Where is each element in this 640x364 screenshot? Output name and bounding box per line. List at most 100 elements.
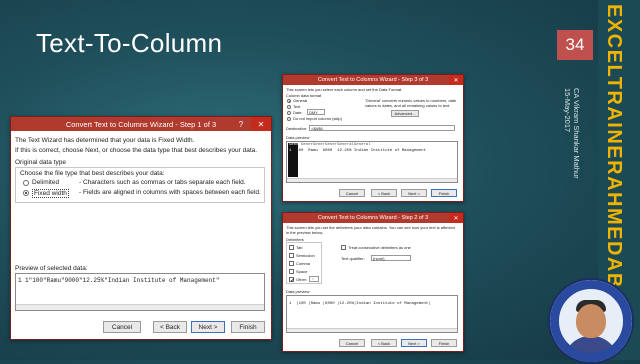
preview-cell: 12.25%	[337, 149, 352, 153]
slide-title: Text-To-Column	[36, 28, 223, 58]
date-radio[interactable]	[287, 111, 291, 115]
preview-cell: Ramu	[310, 302, 321, 306]
preview-header-row: GenerGenerGenerGenerGeneralGeneral	[289, 143, 371, 147]
preview-data-row: 1 |100 |Ramu |9000 |12.25%|Indian Instit…	[289, 302, 431, 306]
skip-label[interactable]: Do not import column (skip)	[293, 116, 342, 121]
wizard-intro: This screen lets you set the delimiters …	[286, 225, 455, 235]
semicolon-label[interactable]: Semicolon	[296, 253, 315, 258]
close-button[interactable]: ✕	[449, 75, 463, 85]
qualifier-value: {none}	[373, 256, 385, 261]
consecutive-checkbox[interactable]	[341, 245, 346, 250]
back-button[interactable]: < Back	[371, 339, 397, 347]
cancel-button[interactable]: Cancel	[103, 321, 141, 333]
fixed-width-label[interactable]: Fixed width	[32, 189, 69, 198]
general-radio[interactable]	[287, 99, 291, 103]
text-label[interactable]: Text	[293, 104, 300, 109]
dialog-title-bar: Convert Text to Columns Wizard - Step 3 …	[283, 75, 463, 85]
comma-checkbox[interactable]	[289, 261, 294, 266]
preview-cell: 100	[298, 302, 306, 306]
wizard-step1-dialog: Convert Text to Columns Wizard - Step 1 …	[10, 116, 272, 340]
preview-cell: Indian Institute of Management	[353, 149, 426, 153]
preview-cell: 12.25%	[339, 302, 354, 306]
cancel-button[interactable]: Cancel	[339, 189, 365, 197]
presenter-date: 15-May-2017	[563, 88, 572, 133]
preview-scrollbar[interactable]	[287, 328, 457, 332]
fixed-width-radio[interactable]	[23, 190, 29, 196]
preview-cell: 9000	[325, 302, 335, 306]
wizard-step2-dialog: Convert Text to Columns Wizard - Step 2 …	[282, 212, 464, 352]
preview-cell: 1	[289, 149, 292, 153]
preview-cell: 9000	[322, 149, 333, 153]
qualifier-select[interactable]: {none}	[371, 255, 411, 261]
preview-header-cell: Gener	[289, 143, 302, 147]
space-label[interactable]: Space	[296, 269, 307, 274]
finish-button[interactable]: Finish	[431, 339, 457, 347]
preview-cell: 100	[296, 149, 304, 153]
qualifier-label: Text qualifier:	[341, 256, 365, 261]
preview-row-number: 1	[18, 277, 22, 284]
dialog-title-bar: Convert Text to Columns Wizard - Step 1 …	[11, 117, 271, 131]
data-preview-pane[interactable]: GenerGenerGenerGenerGeneralGeneral 1 100…	[286, 141, 458, 183]
space-checkbox[interactable]	[289, 269, 294, 274]
finish-button[interactable]: Finish	[431, 189, 457, 197]
dialog-title: Convert Text to Columns Wizard - Step 3 …	[317, 77, 429, 83]
data-preview-label: Data preview	[286, 135, 310, 140]
back-button[interactable]: < Back	[153, 321, 187, 333]
preview-header-cell: General	[337, 143, 354, 147]
destination-value: =$A$6	[311, 126, 323, 131]
next-button[interactable]: Next >	[401, 189, 427, 197]
preview-data-row: 1 100 Ramu 9000 12.25% Indian Institute …	[289, 149, 426, 153]
tab-label[interactable]: Tab	[296, 245, 302, 250]
dialog-title: Convert Text to Columns Wizard - Step 1 …	[65, 119, 217, 129]
back-button[interactable]: < Back	[371, 189, 397, 197]
data-preview-pane[interactable]: 1 |100 |Ramu |9000 |12.25%|Indian Instit…	[286, 295, 458, 333]
date-format-select[interactable]: DMY	[307, 109, 325, 115]
destination-label: Destination:	[286, 126, 308, 131]
original-data-type-label: Original data type	[15, 159, 66, 166]
next-button[interactable]: Next >	[191, 321, 225, 333]
preview-header-cell: Gener	[301, 143, 314, 147]
text-radio[interactable]	[287, 105, 291, 109]
other-delimiter-value: "	[312, 277, 314, 282]
page-number: 34	[557, 30, 593, 60]
wizard-step3-dialog: Convert Text to Columns Wizard - Step 3 …	[282, 74, 464, 202]
semicolon-checkbox[interactable]	[289, 253, 294, 258]
dialog-title: Convert Text to Columns Wizard - Step 2 …	[317, 215, 429, 221]
close-button[interactable]: ✕	[251, 117, 271, 131]
destination-input[interactable]: =$A$6	[309, 125, 455, 131]
date-format-value: DMY	[309, 110, 318, 115]
preview-header-cell: General	[353, 143, 371, 147]
tab-checkbox[interactable]	[289, 245, 294, 250]
help-button[interactable]: ?	[233, 117, 249, 131]
finish-button[interactable]: Finish	[231, 321, 265, 333]
next-button[interactable]: Next >	[401, 339, 427, 347]
comma-label[interactable]: Comma	[296, 261, 310, 266]
cancel-button[interactable]: Cancel	[339, 339, 365, 347]
close-button[interactable]: ✕	[449, 213, 463, 223]
preview-scrollbar[interactable]	[16, 304, 264, 310]
presenter-info: CA Vikram Shankar Mathur 15-May-2017	[563, 88, 581, 179]
data-preview-label: Data preview	[286, 289, 310, 294]
preview-row-text: 1"100"Ramu"9000"12.25%"Indian Institute …	[25, 277, 220, 284]
date-label[interactable]: Date:	[293, 110, 303, 115]
other-checkbox[interactable]: ✓	[289, 277, 295, 284]
delimited-label[interactable]: Delimited	[32, 179, 59, 186]
preview-header-cell: Gener	[325, 143, 338, 147]
other-label[interactable]: Other:	[296, 277, 307, 282]
preview-cell: 1	[289, 302, 292, 306]
preview-cell: Ramu	[308, 149, 318, 153]
general-label[interactable]: General	[293, 98, 307, 103]
fixed-width-description: - Fields are aligned in columns with spa…	[79, 189, 261, 196]
photo-ring	[550, 280, 632, 362]
preview-pane[interactable]: 1 1"100"Ramu"9000"12.25%"Indian Institut…	[15, 273, 265, 311]
other-delimiter-input[interactable]: "	[309, 276, 319, 282]
delimited-radio[interactable]	[23, 180, 29, 186]
dialog-title-bar: Convert Text to Columns Wizard - Step 2 …	[283, 213, 463, 223]
preview-scrollbar[interactable]	[287, 178, 457, 182]
consecutive-label[interactable]: Treat consecutive delimiters as one	[348, 245, 411, 250]
skip-radio[interactable]	[287, 117, 291, 121]
advanced-button[interactable]: Advanced...	[391, 110, 419, 117]
brand-text: EXCELTRAINERAHMEDABAD	[603, 4, 625, 321]
wizard-intro: This screen lets you select each column …	[286, 87, 403, 92]
general-info-text: 'General' converts numeric values to num…	[365, 98, 457, 108]
